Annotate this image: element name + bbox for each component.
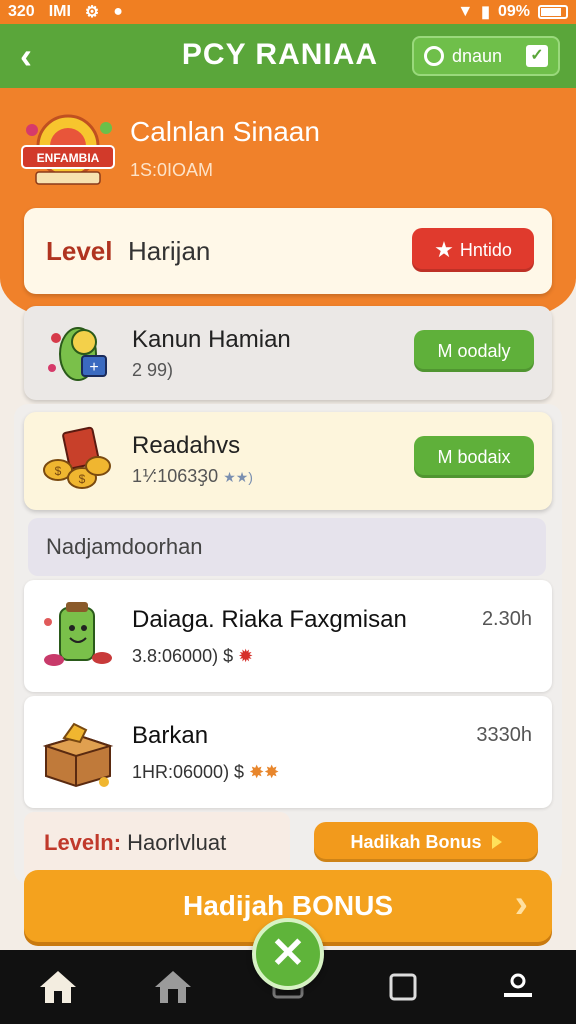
stars-icon: ★★) — [223, 469, 253, 485]
back-button[interactable]: ‹ — [20, 36, 60, 76]
task-subtitle: 2 99) — [132, 360, 174, 380]
task-card-readahvs[interactable]: $ $ Readahvs 1⅟:1063Ҙ0 ★★) M bodaix — [24, 412, 552, 510]
settings-icon: ⚙ — [84, 4, 100, 21]
list-item[interactable]: Barkan 1HR:06000) $ ✸✸ 3330h — [24, 696, 552, 808]
nav-home-outline[interactable] — [143, 957, 203, 1017]
home-icon — [39, 971, 76, 1003]
star-icon: ✸✸ — [249, 762, 280, 782]
list-item-subtitle-wrap: 3.8:06000) $ ✹ — [132, 646, 253, 667]
signal-icon: ▮ — [481, 4, 490, 21]
list-item[interactable]: Daiaga. Riaka Faxgmisan 3.8:06000) $ ✹ 2… — [24, 580, 552, 692]
status-left: 320 IMI ⚙ ● — [8, 2, 123, 22]
bonus-level-name: Haorlvluat — [127, 830, 227, 855]
section-heading: Nadjamdoorhan — [28, 518, 546, 576]
level-card: Level Harijan ★ Hntido — [24, 208, 552, 294]
svg-text:$: $ — [79, 472, 86, 486]
list-item-subtitle: 3.8:06000) $ — [132, 646, 234, 666]
list-item-time: 3330h — [476, 724, 532, 746]
game-logo: ENFAMBIA — [21, 114, 115, 185]
header-toggle-button[interactable]: dnaun ✓ — [412, 36, 560, 76]
close-icon: ✕ — [270, 929, 306, 976]
bonus-small-button[interactable]: Hadikah Bonus — [314, 822, 538, 862]
status-time: 320 — [8, 3, 35, 20]
star-icon: ★ — [434, 237, 454, 262]
task-title: Readahvs — [132, 432, 241, 459]
list-item-subtitle-wrap: 1HR:06000) $ ✸✸ — [132, 762, 279, 783]
level-action-button[interactable]: ★ Hntido — [412, 228, 534, 272]
hero-time: 1S:0IOAM — [130, 160, 214, 180]
task-action-button[interactable]: M bodaix — [414, 436, 534, 478]
square-icon — [389, 973, 417, 1001]
status-right: ▼ ▮ 09% — [457, 2, 568, 22]
play-icon — [491, 835, 502, 849]
level-label: Level — [46, 236, 113, 266]
coins-icon: $ $ — [43, 426, 111, 489]
bug-icon: ✹ — [238, 646, 254, 666]
circle-icon — [424, 46, 444, 66]
svg-text:+: + — [89, 359, 98, 376]
nav-recents[interactable] — [373, 957, 433, 1017]
list-item-time: 2.30h — [481, 608, 532, 630]
task-action-button[interactable]: M oodaly — [414, 330, 534, 372]
hero-title: Calnlan Sinaan — [130, 116, 320, 147]
wifi-icon: ▼ — [457, 3, 474, 20]
close-button[interactable]: ✕ — [252, 918, 324, 990]
svg-text:$: $ — [55, 464, 62, 478]
app-header: ‹ PCY RANIAA dnaun ✓ — [0, 24, 576, 88]
list-item-title: Barkan — [132, 722, 209, 749]
house-icon — [154, 971, 191, 1003]
nav-home[interactable] — [28, 957, 88, 1017]
game-logo-text: ENFAMBIA — [37, 151, 100, 165]
notification-icon: ● — [113, 3, 123, 20]
list-item-title: Daiaga. Riaka Faxgmisan — [132, 606, 407, 633]
header-pill-label: dnaun — [452, 45, 503, 66]
level-action-label: Hntido — [459, 239, 512, 260]
list-item-subtitle: 1HR:06000) $ — [132, 762, 245, 782]
bonus-level-label: Leveln: — [44, 830, 122, 855]
task-subtitle: 1⅟:1063Ҙ0 — [132, 466, 219, 486]
character-icon: + — [48, 327, 107, 381]
battery-icon — [538, 5, 568, 19]
chevron-left-icon: ‹ — [20, 35, 32, 76]
nav-profile[interactable] — [488, 957, 548, 1017]
task-title: Kanun Hamian — [132, 326, 291, 353]
status-bar: 320 IMI ⚙ ● ▼ ▮ 09% — [0, 0, 576, 24]
checkbox-icon: ✓ — [526, 45, 548, 67]
crate-icon — [42, 722, 114, 788]
level-label-name: Harijan — [128, 236, 211, 266]
task-subtitle-wrap: 1⅟:1063Ҙ0 ★★) — [132, 466, 253, 487]
battery-percent: 09% — [497, 3, 530, 20]
bonus-small-label: Hadikah Bonus — [350, 831, 482, 852]
chevron-right-icon: › — [514, 882, 528, 926]
status-label: IMI — [48, 3, 71, 20]
app-title: PCY RANIAA — [181, 38, 379, 71]
profile-icon — [504, 973, 533, 997]
jar-character-icon — [44, 602, 112, 666]
task-card-kanan[interactable]: + Kanun Hamian 2 99) M oodaly — [24, 306, 552, 400]
